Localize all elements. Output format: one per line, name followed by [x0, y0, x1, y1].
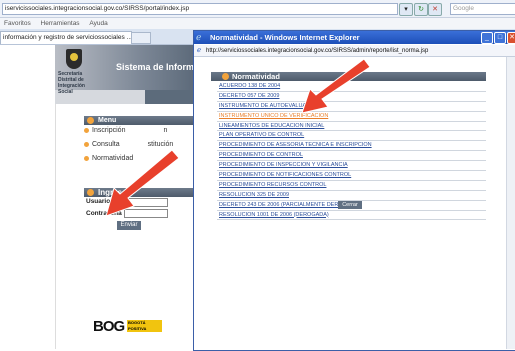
red-arrow-menu-icon: [105, 149, 179, 217]
menu-bar: Favoritos Herramientas Ayuda: [0, 18, 515, 29]
popup-scrollbar[interactable]: [506, 57, 515, 349]
bullet-icon: [87, 117, 94, 124]
normatividad-link[interactable]: PROCEDIMIENTO DE ASESORIA TECNICA E INSC…: [217, 141, 486, 152]
menu-item-inscripcion[interactable]: Inscripción n: [84, 127, 167, 134]
popup-title: Normatividad - Windows Internet Explorer: [210, 33, 360, 42]
menu-item-tail: n: [163, 127, 168, 134]
bog-logo: BOG: [93, 318, 125, 335]
normatividad-link[interactable]: PROCEDIMIENTO DE INSPECCION Y VIGILANCIA: [217, 161, 486, 172]
normatividad-link[interactable]: RESOLUCION 1001 DE 2006 (DEROGADA): [217, 211, 486, 221]
menu-item-label: Inscripción: [92, 127, 126, 134]
bullet-icon: [87, 189, 94, 196]
menu-herramientas[interactable]: Herramientas: [41, 20, 80, 27]
bullet-icon: [84, 155, 89, 161]
submit-button[interactable]: Enviar: [117, 221, 141, 230]
maximize-icon[interactable]: □: [494, 32, 506, 44]
bullet-icon: [84, 141, 89, 147]
normatividad-link[interactable]: PROCEDIMIENTO RECURSOS CONTROL: [217, 181, 486, 191]
new-tab-button[interactable]: [131, 32, 151, 44]
bullet-icon: [84, 127, 89, 133]
normatividad-link[interactable]: LINEAMIENTOS DE EDUCACION INICIAL: [217, 122, 486, 132]
bullet-icon: [222, 73, 229, 80]
normatividad-link[interactable]: PLAN OPERATIVO DE CONTROL: [217, 131, 486, 142]
bogota-crest-icon: [66, 49, 82, 69]
menu-section-title: Menu: [98, 117, 117, 124]
close-icon[interactable]: ✕: [507, 32, 515, 44]
stop-icon[interactable]: ✕: [428, 3, 442, 16]
internet-explorer-icon: ℯ: [196, 32, 202, 42]
close-button[interactable]: Cerrar: [338, 201, 362, 209]
minimize-icon[interactable]: _: [481, 32, 493, 44]
menu-ayuda[interactable]: Ayuda: [89, 20, 107, 27]
bogota-positiva-logo: BOGOTÁ POSITIVA: [127, 320, 162, 332]
normatividad-title: Normatividad: [232, 72, 280, 81]
dropdown-icon[interactable]: ▾: [399, 3, 413, 16]
page-favicon-icon: ℯ: [197, 47, 202, 54]
banner-band: [145, 90, 197, 104]
menu-item-tail: stitución: [147, 141, 174, 148]
normatividad-link[interactable]: PROCEDIMIENTO DE NOTIFICACIONES CONTROL: [217, 171, 486, 181]
search-input[interactable]: Google: [450, 3, 515, 15]
logo-text: Secretaría Distrital de Integración Soci…: [58, 71, 85, 95]
address-input[interactable]: iservicissociales.integracionsocial.gov.…: [2, 3, 398, 15]
menu-item-label: Consulta: [92, 141, 120, 148]
menu-section-header: Menu: [84, 116, 194, 125]
normatividad-link[interactable]: RESOLUCION 325 DE 2009: [217, 191, 486, 201]
refresh-icon[interactable]: ↻: [414, 3, 428, 16]
red-arrow-popup-icon: [301, 58, 370, 114]
tab-portal[interactable]: información y registro de serviciossocia…: [0, 31, 132, 44]
normatividad-link[interactable]: PROCEDIMIENTO DE CONTROL: [217, 151, 486, 162]
menu-favoritos[interactable]: Favoritos: [4, 20, 31, 27]
menu-item-consulta[interactable]: Consulta stitución: [84, 141, 173, 148]
